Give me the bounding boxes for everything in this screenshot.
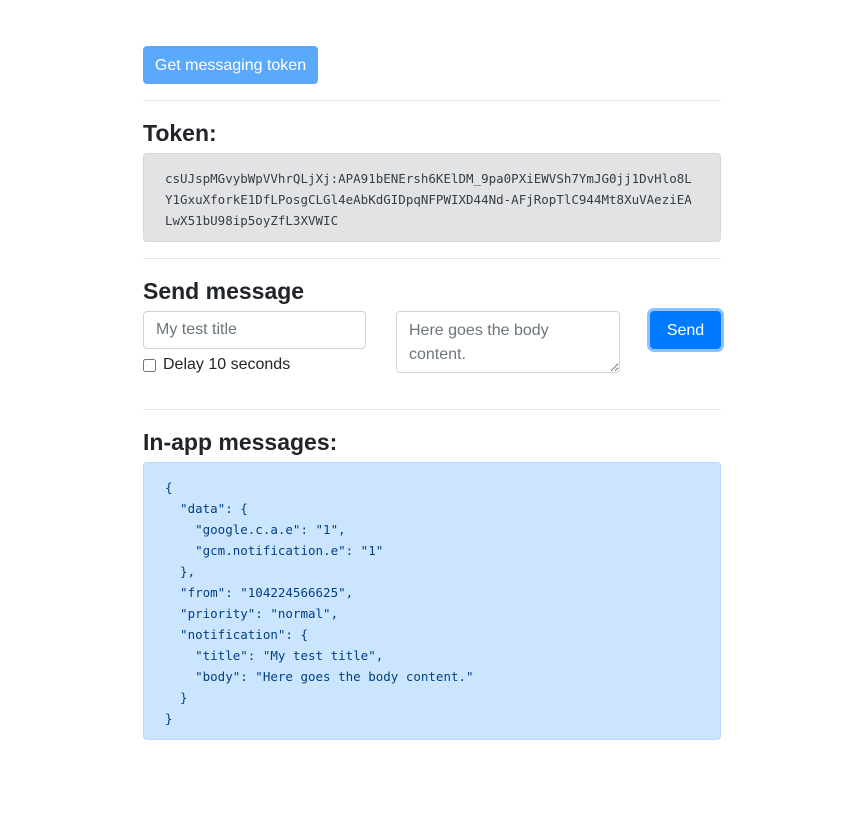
token-display-box: csUJspMGvybWpVVhrQLjXj:APA91bENErsh6KElD… (143, 153, 721, 242)
divider (143, 100, 721, 101)
divider (143, 258, 721, 259)
in-app-message-box: { "data": { "google.c.a.e": "1", "gcm.no… (143, 462, 721, 740)
token-value: csUJspMGvybWpVVhrQLjXj:APA91bENErsh6KElD… (165, 171, 692, 228)
delay-checkbox-label: Delay 10 seconds (163, 356, 291, 373)
divider (143, 409, 721, 410)
get-messaging-token-button[interactable]: Get messaging token (143, 46, 318, 84)
in-app-message-json: { "data": { "google.c.a.e": "1", "gcm.no… (165, 480, 474, 726)
delay-checkbox-row[interactable]: Delay 10 seconds (143, 355, 290, 375)
message-body-textarea[interactable] (396, 311, 620, 373)
delay-checkbox[interactable] (143, 358, 156, 372)
in-app-messages-heading: In-app messages: (143, 429, 338, 455)
token-heading: Token: (143, 120, 217, 146)
message-title-input[interactable] (143, 311, 366, 349)
send-button[interactable]: Send (650, 311, 721, 349)
send-message-heading: Send message (143, 278, 305, 304)
